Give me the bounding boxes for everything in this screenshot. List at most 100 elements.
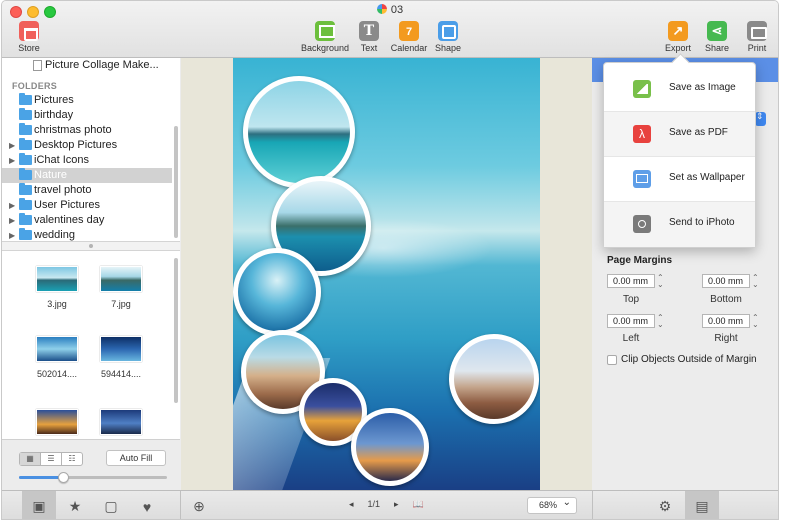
- detail-view-icon[interactable]: ☷: [62, 453, 82, 465]
- sidebar-item-folder[interactable]: ▶ wedding: [2, 228, 172, 241]
- store-icon: [19, 21, 39, 41]
- margin-top-field[interactable]: 0.00 mm: [607, 274, 655, 288]
- menu-item-label: Send to iPhoto: [669, 217, 735, 228]
- inspector-select-stepper[interactable]: [755, 111, 766, 126]
- sidebar-item-label: Pictures: [34, 94, 74, 106]
- export-icon: [668, 21, 688, 41]
- frames-tab-icon[interactable]: ▢: [94, 491, 128, 519]
- sidebar-item-folder[interactable]: ▶ iChat Icons: [2, 153, 172, 168]
- store-button[interactable]: Store: [4, 21, 54, 53]
- sidebar-item-label: christmas photo: [34, 124, 112, 136]
- sidebar-item-folder[interactable]: ▶ valentines day: [2, 213, 172, 228]
- background-label: Background: [300, 43, 350, 53]
- thumbnail-size-slider-knob[interactable]: [58, 472, 70, 483]
- margin-bottom-stepper[interactable]: ⌃ ⌄: [752, 274, 760, 289]
- thumbnail-item[interactable]: 7.jpg: [91, 266, 151, 309]
- collage-photo-lake[interactable]: [243, 76, 355, 188]
- book-view-icon[interactable]: 📖: [413, 499, 424, 509]
- favorites-tab-icon[interactable]: ★: [58, 491, 92, 519]
- collage-photo-tower[interactable]: [233, 248, 321, 336]
- thumbnail-item[interactable]: [91, 409, 151, 435]
- sidebar-item-folder[interactable]: travel photo: [2, 183, 172, 198]
- auto-fill-button[interactable]: Auto Fill: [106, 450, 166, 466]
- collage-photo-skyline[interactable]: [351, 408, 429, 486]
- collage-photo-railway[interactable]: [449, 334, 539, 424]
- page-navigator: ◂ 1/1 ▸ 📖: [342, 499, 431, 510]
- file-icon: [33, 60, 42, 71]
- save-as-pdf-menu-item[interactable]: Save as PDF: [604, 112, 755, 157]
- monitor-icon: [633, 170, 651, 188]
- shape-button[interactable]: Shape: [423, 21, 473, 53]
- thumbnail-image: [36, 336, 78, 362]
- next-page-icon[interactable]: ▸: [394, 499, 399, 509]
- pdf-icon: [633, 125, 651, 143]
- folder-icon: [19, 138, 32, 150]
- settings-tab-icon[interactable]: ⚙: [648, 491, 682, 519]
- margin-left-stepper[interactable]: ⌃ ⌄: [657, 314, 665, 329]
- sidebar-item-label: travel photo: [34, 184, 92, 196]
- sidebar-item-folder[interactable]: Pictures: [2, 93, 172, 108]
- document-icon: [376, 4, 387, 14]
- disclosure-triangle-icon[interactable]: ▶: [9, 138, 15, 153]
- sidebar-item-folder[interactable]: christmas photo: [2, 123, 172, 138]
- clip-objects-checkbox[interactable]: [607, 355, 617, 365]
- sidebar-splitter[interactable]: [2, 241, 180, 251]
- collage-page[interactable]: [233, 58, 540, 490]
- thumbnail-image: [100, 266, 142, 292]
- sidebar-item-label: iChat Icons: [34, 154, 90, 166]
- clipart-tab-icon[interactable]: ♥: [130, 491, 164, 519]
- calendar-icon: 7: [399, 21, 419, 41]
- sidebar-item-folder[interactable]: birthday: [2, 108, 172, 123]
- disclosure-triangle-icon[interactable]: ▶: [9, 153, 15, 168]
- page-indicator: 1/1: [367, 499, 381, 509]
- sidebar-item-folder[interactable]: Nature: [2, 168, 172, 183]
- print-button[interactable]: Print: [732, 21, 778, 53]
- grid-view-icon[interactable]: ▦: [20, 453, 41, 465]
- store-label: Store: [18, 43, 40, 53]
- sidebar-item-label: valentines day: [34, 214, 105, 226]
- folder-tree-scrollbar[interactable]: [174, 126, 178, 238]
- thumbnail-item[interactable]: 3.jpg: [27, 266, 87, 309]
- thumbnail-item[interactable]: 502014....: [27, 336, 87, 379]
- margin-bottom-label: Bottom: [710, 294, 742, 305]
- thumbnail-size-slider[interactable]: [19, 472, 167, 483]
- sidebar-controls: ▦ ☰ ☷ Auto Fill: [2, 439, 180, 490]
- send-to-iphoto-menu-item[interactable]: Send to iPhoto: [604, 202, 755, 247]
- window-title: 03: [2, 4, 778, 16]
- thumbnail-image: [36, 409, 78, 435]
- margin-right-stepper[interactable]: ⌃ ⌄: [752, 314, 760, 329]
- background-button[interactable]: Background: [300, 21, 350, 53]
- margin-right-field[interactable]: 0.00 mm: [702, 314, 750, 328]
- margin-left-field[interactable]: 0.00 mm: [607, 314, 655, 328]
- sidebar-item-label: Picture Collage Make...: [45, 59, 159, 71]
- shape-label: Shape: [434, 43, 462, 53]
- canvas-area: [181, 58, 592, 490]
- print-icon: [747, 21, 767, 41]
- folder-icon: [19, 108, 32, 120]
- disclosure-triangle-icon[interactable]: ▶: [9, 198, 15, 213]
- prev-page-icon[interactable]: ◂: [349, 499, 354, 509]
- margin-top-label: Top: [622, 294, 640, 305]
- thumbnail-caption: 594414....: [100, 369, 142, 379]
- zoom-in-icon[interactable]: ⊕: [182, 491, 216, 519]
- thumbnail-image: [100, 409, 142, 435]
- set-as-wallpaper-menu-item[interactable]: Set as Wallpaper: [604, 157, 755, 202]
- photos-tab-icon[interactable]: ▣: [22, 491, 56, 519]
- zoom-select[interactable]: 68%: [527, 495, 577, 514]
- list-view-icon[interactable]: ☰: [41, 453, 62, 465]
- save-as-image-menu-item[interactable]: Save as Image: [604, 67, 755, 112]
- shape-icon: [438, 21, 458, 41]
- thumbnail-item[interactable]: [27, 409, 87, 435]
- thumbnail-item[interactable]: 594414....: [91, 336, 151, 379]
- sidebar-item-folder[interactable]: ▶ User Pictures: [2, 198, 172, 213]
- folder-tree[interactable]: Picture Collage Make... FOLDERS Pictures…: [2, 58, 180, 241]
- page-setup-tab-icon[interactable]: ▤: [685, 491, 719, 519]
- sidebar-item-app-folder[interactable]: Picture Collage Make...: [2, 58, 172, 73]
- margin-bottom-field[interactable]: 0.00 mm: [702, 274, 750, 288]
- margin-top-stepper[interactable]: ⌃ ⌄: [657, 274, 665, 289]
- sidebar-item-folder[interactable]: ▶ Desktop Pictures: [2, 138, 172, 153]
- disclosure-triangle-icon[interactable]: ▶: [9, 228, 15, 241]
- thumbnail-scrollbar[interactable]: [174, 258, 178, 403]
- view-mode-segmented-control: ▦ ☰ ☷: [19, 452, 83, 466]
- disclosure-triangle-icon[interactable]: ▶: [9, 213, 15, 228]
